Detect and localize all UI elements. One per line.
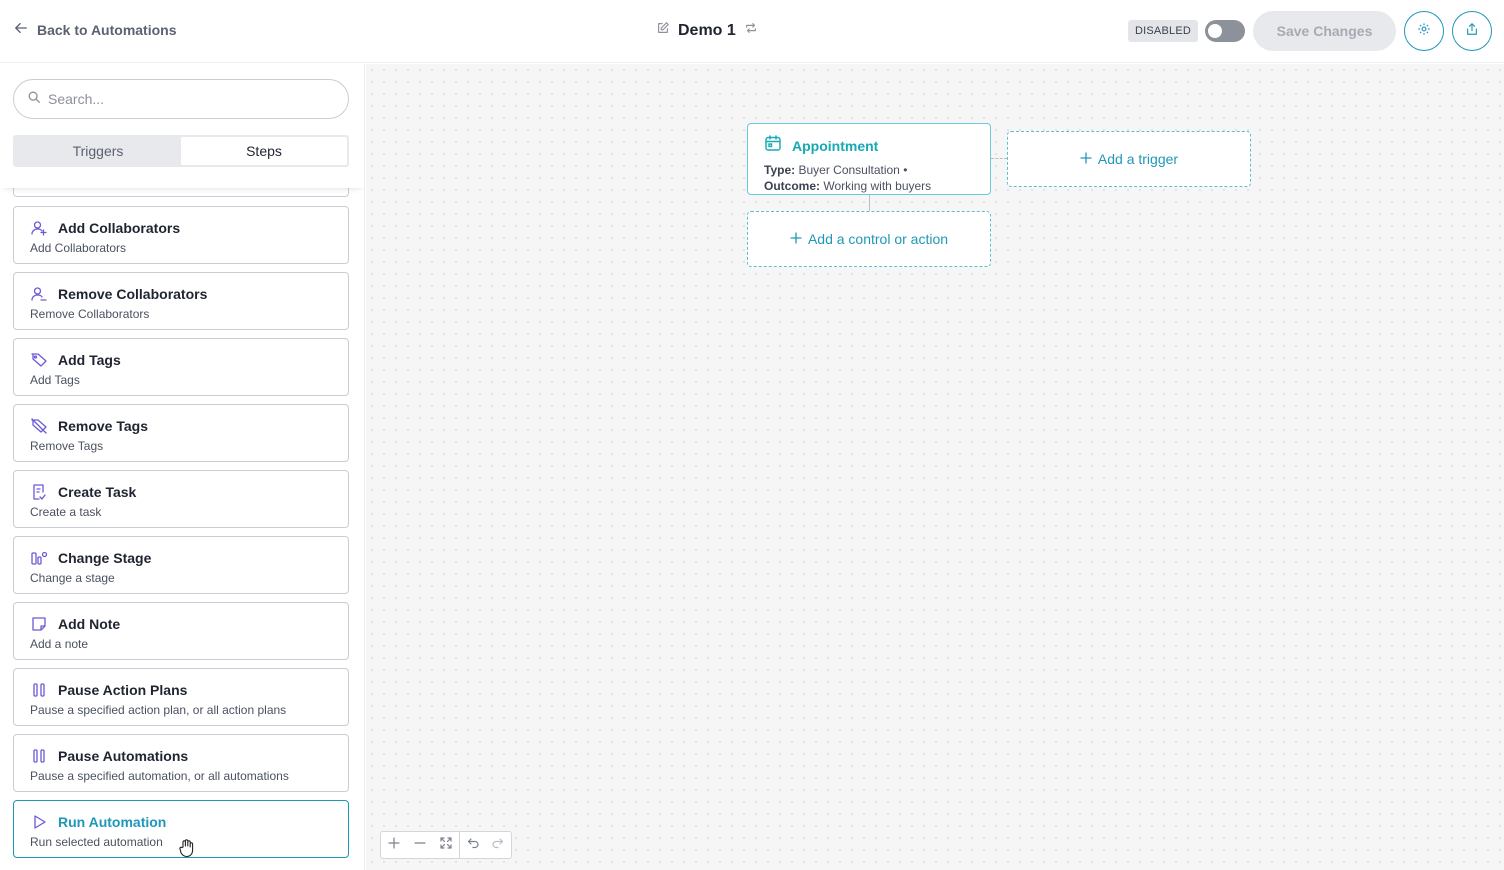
step-add-tags[interactable]: Add Tags Add Tags — [13, 338, 349, 396]
step-title: Change Stage — [58, 550, 152, 566]
automation-title-group: Demo 1 — [656, 21, 758, 40]
step-title: Remove Tags — [58, 418, 148, 434]
step-title: Create Task — [58, 484, 137, 500]
step-title: Add Note — [58, 616, 121, 632]
step-title: Pause Action Plans — [58, 682, 188, 698]
undo-icon — [467, 836, 479, 854]
user-plus-icon — [30, 219, 48, 237]
search-box[interactable] — [13, 79, 349, 119]
step-description: Pause a specified automation, or all aut… — [30, 769, 289, 783]
header-bar: Back to Automations Demo 1 DISABLED Save… — [0, 0, 1504, 63]
step-title: Add Collaborators — [58, 220, 181, 236]
step-title: Run Automation — [58, 814, 167, 830]
fit-view-button[interactable] — [433, 832, 459, 858]
settings-button[interactable] — [1404, 11, 1444, 51]
step-description: Change a stage — [30, 571, 115, 585]
step-description: Add Tags — [30, 373, 80, 387]
tab-triggers[interactable]: Triggers — [15, 137, 181, 165]
step-remove-collaborators[interactable]: Remove Collaborators Remove Collaborator… — [13, 272, 349, 330]
pause-icon — [30, 681, 48, 699]
step-add-note[interactable]: Add Note Add a note — [13, 602, 349, 660]
stage-icon — [30, 549, 48, 567]
plus-icon — [790, 231, 802, 247]
save-changes-button[interactable]: Save Changes — [1253, 11, 1396, 51]
steps-sidebar: Triggers Steps Add Collaborators Add Col… — [0, 64, 365, 870]
arrow-left-icon — [14, 21, 28, 38]
zoom-out-button[interactable] — [407, 832, 433, 858]
step-description: Pause a specified action plan, or all ac… — [30, 703, 287, 717]
zoom-in-button[interactable] — [381, 832, 407, 858]
add-trigger-button[interactable]: Add a trigger — [1007, 131, 1251, 187]
step-change-stage[interactable]: Change Stage Change a stage — [13, 536, 349, 594]
tab-steps[interactable]: Steps — [181, 137, 347, 165]
outcome-value: Working with buyers — [823, 179, 932, 193]
redo-button[interactable] — [485, 832, 511, 858]
outcome-label: Outcome: — [764, 179, 821, 193]
enable-toggle[interactable] — [1205, 20, 1245, 42]
note-icon — [30, 615, 48, 633]
step-description: Create a task — [30, 505, 102, 519]
step-pause-action-plans[interactable]: Pause Action Plans Pause a specified act… — [13, 668, 349, 726]
plus-icon — [388, 836, 400, 854]
back-label: Back to Automations — [37, 21, 177, 38]
expand-icon — [440, 836, 452, 854]
trigger-node-header: Appointment — [764, 134, 974, 157]
sidebar-header: Triggers Steps — [0, 64, 364, 188]
step-pause-automations[interactable]: Pause Automations Pause a specified auto… — [13, 734, 349, 792]
gear-icon — [1417, 22, 1431, 41]
steps-list: Add Collaborators Add Collaborators Remo… — [13, 206, 349, 866]
search-icon — [27, 90, 41, 109]
step-title: Add Tags — [58, 352, 121, 368]
add-control-or-action-button[interactable]: Add a control or action — [747, 211, 991, 267]
step-create-task[interactable]: Create Task Create a task — [13, 470, 349, 528]
trigger-node-appointment[interactable]: Appointment Type: Buyer Consultation • O… — [747, 123, 991, 195]
step-description: Run selected automation — [30, 835, 163, 849]
play-icon — [30, 813, 48, 831]
status-badge: DISABLED — [1128, 20, 1199, 42]
share-icon — [1465, 22, 1479, 41]
back-to-automations-link[interactable]: Back to Automations — [14, 21, 177, 38]
canvas-controls — [380, 831, 512, 859]
pause-icon — [30, 747, 48, 765]
trigger-title: Appointment — [792, 137, 879, 154]
tag-icon — [30, 351, 48, 369]
edit-icon[interactable] — [656, 21, 670, 40]
undo-button[interactable] — [459, 832, 485, 858]
minus-icon — [414, 836, 426, 854]
automation-title[interactable]: Demo 1 — [678, 22, 736, 40]
step-description: Remove Tags — [30, 439, 104, 453]
step-add-collaborators[interactable]: Add Collaborators Add Collaborators — [13, 206, 349, 264]
grab-cursor-icon — [178, 838, 196, 858]
redo-icon — [492, 836, 504, 854]
trigger-type-line: Type: Buyer Consultation • — [764, 162, 974, 178]
task-icon — [30, 483, 48, 501]
triggers-steps-switch: Triggers Steps — [13, 135, 349, 167]
step-description: Add a note — [30, 637, 89, 651]
add-action-label: Add a control or action — [807, 231, 949, 247]
share-button[interactable] — [1452, 11, 1492, 51]
search-input[interactable] — [48, 91, 328, 107]
type-label: Type: — [764, 163, 796, 177]
calendar-icon — [764, 134, 782, 157]
type-value: Buyer Consultation • — [798, 163, 908, 177]
workflow-canvas[interactable]: Appointment Type: Buyer Consultation • O… — [366, 64, 1504, 870]
add-trigger-label: Add a trigger — [1097, 151, 1179, 167]
trigger-outcome-line: Outcome: Working with buyers — [764, 178, 974, 194]
user-minus-icon — [30, 285, 48, 303]
step-description: Add Collaborators — [30, 241, 127, 255]
step-description: Remove Collaborators — [30, 307, 150, 321]
step-remove-tags[interactable]: Remove Tags Remove Tags — [13, 404, 349, 462]
action-connector — [869, 195, 870, 211]
step-title: Pause Automations — [58, 748, 189, 764]
trigger-connector — [991, 158, 1007, 159]
plus-icon — [1080, 151, 1092, 167]
tag-off-icon — [30, 417, 48, 435]
repeat-icon[interactable] — [744, 21, 758, 40]
step-title: Remove Collaborators — [58, 286, 208, 302]
